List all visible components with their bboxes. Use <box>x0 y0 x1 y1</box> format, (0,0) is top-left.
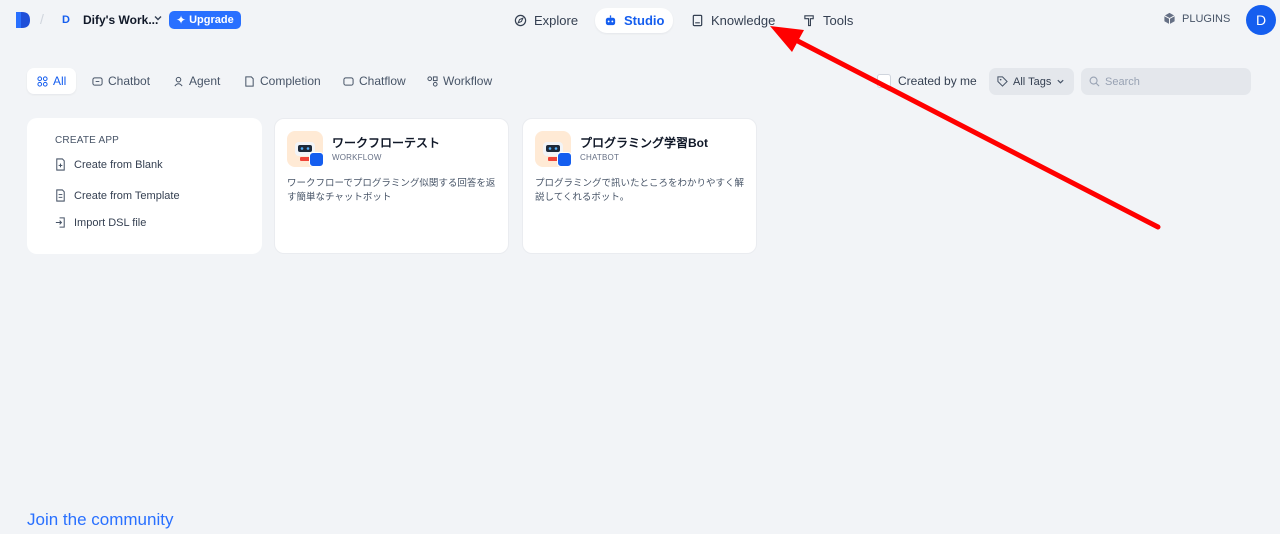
tab-agent[interactable]: Agent <box>163 68 230 94</box>
tab-chatbot[interactable]: Chatbot <box>82 68 160 94</box>
upgrade-button[interactable]: ✦ Upgrade <box>169 11 241 29</box>
app-card-programming-bot[interactable]: プログラミング学習Bot CHATBOT プログラミングで訊いたところをわかりや… <box>522 118 757 254</box>
create-app-title: CREATE APP <box>55 135 120 146</box>
app-name: ワークフローテスト <box>332 136 441 150</box>
app-description: プログラミングで訊いたところをわかりやすく解説してくれるボット。 <box>535 178 745 203</box>
compass-icon <box>514 14 527 27</box>
tab-completion-label: Completion <box>260 74 321 88</box>
app-type: WORKFLOW <box>332 153 382 162</box>
created-by-me-checkbox[interactable] <box>877 74 891 88</box>
search-placeholder: Search <box>1105 75 1140 88</box>
nav-explore-label: Explore <box>534 13 579 28</box>
create-from-blank-button[interactable]: Create from Blank <box>54 158 163 171</box>
tab-completion[interactable]: Completion <box>234 68 331 94</box>
nav-explore[interactable]: Explore <box>505 8 587 33</box>
app-type: CHATBOT <box>580 153 620 162</box>
plugins-button[interactable]: PLUGINS <box>1163 12 1230 25</box>
doc-icon <box>245 75 254 87</box>
chat-icon <box>92 76 103 86</box>
create-from-template-button[interactable]: Create from Template <box>54 189 180 202</box>
search-input[interactable]: Search <box>1081 68 1251 95</box>
app-card-workflow-test[interactable]: ワークフローテスト WORKFLOW ワークフローでプログラミング似関する回答を… <box>274 118 509 254</box>
import-dsl-label: Import DSL file <box>74 216 147 229</box>
cube-icon <box>1164 12 1175 25</box>
tab-workflow-label: Workflow <box>443 74 493 88</box>
upgrade-label: Upgrade <box>189 14 234 26</box>
nav-studio[interactable]: Studio <box>595 8 674 33</box>
nav-tools-label: Tools <box>823 13 854 28</box>
chatbot-badge-icon <box>557 152 572 167</box>
search-icon <box>1089 76 1100 87</box>
app-description: ワークフローでプログラミング似関する回答を返す簡単なチャットボット <box>287 178 496 203</box>
create-from-blank-label: Create from Blank <box>74 158 163 171</box>
sparkle-icon: ✦ <box>176 13 187 27</box>
tab-chatbot-label: Chatbot <box>108 74 151 88</box>
import-icon <box>55 217 65 228</box>
template-icon <box>56 189 65 202</box>
nav-tools[interactable]: Tools <box>794 8 862 33</box>
tag-filter-dropdown[interactable]: All Tags <box>989 68 1074 95</box>
robot-icon <box>605 15 616 26</box>
dify-logo[interactable] <box>14 10 32 30</box>
nav-knowledge[interactable]: Knowledge <box>682 8 784 33</box>
join-community-link[interactable]: Join the community <box>27 510 173 530</box>
tab-agent-label: Agent <box>189 74 221 88</box>
user-avatar[interactable]: D <box>1246 5 1276 35</box>
chevron-down-icon[interactable] <box>153 13 163 23</box>
nav-knowledge-label: Knowledge <box>711 13 776 28</box>
workspace-avatar[interactable]: D <box>57 11 75 29</box>
import-dsl-button[interactable]: Import DSL file <box>54 216 146 229</box>
tab-all-label: All <box>53 74 67 88</box>
tab-workflow[interactable]: Workflow <box>417 68 502 94</box>
create-app-card: CREATE APP Create from Blank Create from… <box>27 118 262 254</box>
create-from-template-label: Create from Template <box>74 189 180 202</box>
chatflow-icon <box>343 76 354 86</box>
tab-chatflow[interactable]: Chatflow <box>333 68 416 94</box>
workflow-badge-icon <box>309 152 324 167</box>
file-plus-icon <box>56 158 65 171</box>
top-bar: / D Dify's Work... ✦ Upgrade Explore Stu… <box>0 0 1280 42</box>
hammer-icon <box>804 15 814 27</box>
book-icon <box>692 14 703 27</box>
app-name: プログラミング学習Bot <box>580 136 708 150</box>
created-by-me-label: Created by me <box>898 74 977 88</box>
tab-all[interactable]: All <box>27 68 77 94</box>
tag-icon <box>997 76 1008 87</box>
nav-studio-label: Studio <box>624 13 665 28</box>
workspace-name[interactable]: Dify's Work... <box>83 13 158 27</box>
created-by-me-filter[interactable]: Created by me <box>877 74 977 88</box>
all-tags-label: All Tags <box>1013 75 1052 88</box>
workflow-icon <box>427 75 438 87</box>
grid-icon <box>37 75 48 87</box>
plugins-label: PLUGINS <box>1182 12 1231 25</box>
breadcrumb-separator: / <box>40 11 44 27</box>
agent-icon <box>174 76 183 86</box>
chevron-down-icon <box>1057 79 1064 84</box>
tab-chatflow-label: Chatflow <box>359 74 406 88</box>
